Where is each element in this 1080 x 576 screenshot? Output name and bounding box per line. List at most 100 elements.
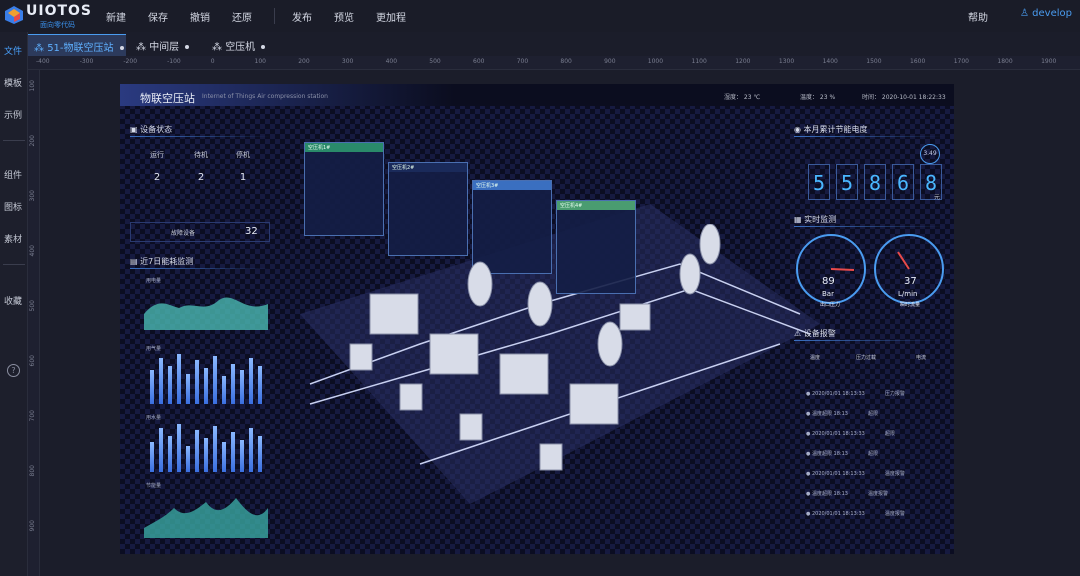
brand-name: UIOTOS — [26, 3, 93, 19]
status-value: 1 — [239, 172, 247, 183]
alarm-legend: 压力过载 — [856, 355, 877, 361]
rail-template[interactable]: 模板 — [4, 76, 22, 89]
energy-title: ▤ 近7日能耗监测 — [130, 256, 193, 267]
chart-bar — [213, 426, 217, 472]
chart-bar — [168, 436, 172, 472]
dashboard-scene[interactable]: 物联空压站 Internet of Things Air compression… — [120, 84, 954, 554]
compressor-popup-1[interactable]: 空压机1# — [304, 142, 384, 236]
popup-title: 空压机4# — [557, 201, 635, 210]
humidity-stat: 湿度： 23 ℃ — [724, 94, 761, 101]
alarm-row[interactable]: ● 2020/01/01 18:13:33 超限 — [806, 430, 895, 437]
alarm-time: ● 2020/01/01 18:13:33 — [806, 431, 865, 437]
alarm-type: 压力报警 — [884, 391, 905, 397]
alarm-type: 温度报警 — [884, 471, 905, 477]
chart-bar — [150, 442, 154, 472]
alarm-type: 超限 — [867, 451, 878, 457]
meter-digit: 6 — [892, 164, 914, 200]
rail-divider — [3, 140, 25, 141]
rail-file[interactable]: 文件 — [4, 44, 22, 57]
chart-bar — [186, 446, 190, 472]
saving-area-chart — [144, 498, 268, 538]
menu-separator — [274, 8, 275, 24]
chart-label-electric: 用电量 — [146, 278, 162, 284]
ruler-tick: 100 — [29, 80, 36, 92]
menu-new[interactable]: 新建 — [106, 9, 126, 24]
alarm-type: 超限 — [867, 411, 878, 417]
alarm-row[interactable]: ● 2020/01/01 18:13:33 压力报警 — [806, 390, 905, 397]
ruler-tick: 900 — [29, 520, 36, 532]
menu-undo[interactable]: 撤销 — [190, 9, 210, 24]
user-menu[interactable]: ♙ develop — [1020, 8, 1072, 19]
chart-bar — [222, 442, 226, 472]
ruler-tick: 800 — [560, 58, 572, 65]
ruler-tick: 1600 — [910, 58, 926, 65]
rail-example[interactable]: 示例 — [4, 108, 22, 121]
title-underline — [794, 136, 944, 137]
popup-title: 空压机1# — [305, 143, 383, 152]
chart-bar — [231, 364, 235, 404]
alarm-row[interactable]: ● 2020/01/01 18:13:33 温度报警 — [806, 510, 905, 517]
rail-icon[interactable]: 图标 — [4, 200, 22, 213]
menu-save[interactable]: 保存 — [148, 9, 168, 24]
tab-dot — [185, 45, 190, 49]
scene-title: 物联空压站 — [140, 92, 195, 105]
tab-dot — [261, 45, 266, 49]
ruler-tick: 1700 — [953, 58, 969, 65]
alarm-type: 超限 — [884, 431, 895, 437]
app-logo[interactable]: UIOTOS 面向零代码 — [4, 3, 94, 29]
tab-label: 51-物联空压站 — [47, 43, 114, 54]
ruler-tick: 1400 — [822, 58, 838, 65]
ruler-tick: 1900 — [1041, 58, 1057, 65]
tab-icon: ⁂ — [212, 42, 226, 53]
vertical-ruler: 100 200 300 400 500 600 700 800 900 — [28, 70, 40, 576]
alarm-row[interactable]: ● 2020/01/01 18:13:33 温度报警 — [806, 470, 905, 477]
help-link[interactable]: 帮助 — [968, 9, 988, 24]
status-stopped: 停机 1 — [228, 150, 258, 183]
menu-publish[interactable]: 发布 — [292, 9, 312, 24]
flow-label: 瞬时流量 — [900, 302, 921, 308]
status-label: 停机 — [236, 151, 250, 159]
tab-compressor[interactable]: ⁂ 空压机 — [206, 34, 278, 56]
chart-bar — [240, 440, 244, 472]
energy-label: 近7日能耗监测 — [140, 257, 194, 266]
meter-title: ◉ 本月累计节能电度 — [794, 124, 868, 135]
alarm-row[interactable]: ● 温度超限 18:13 超限 — [806, 410, 878, 417]
menu-redo[interactable]: 还原 — [232, 9, 252, 24]
tab-dot — [119, 46, 124, 50]
alarm-title: ⚠ 设备报警 — [794, 328, 836, 339]
chart-bar — [222, 376, 226, 404]
chart-bar — [249, 358, 253, 404]
ruler-tick: 500 — [29, 300, 36, 312]
menu-preview[interactable]: 预览 — [334, 9, 354, 24]
meter-unit: 元 — [934, 194, 941, 201]
realtime-label: 实时监测 — [804, 215, 837, 224]
alarm-type: 温度报警 — [867, 491, 888, 497]
status-value: 2 — [197, 172, 205, 183]
tab-station[interactable]: ⁂ 51-物联空压站 — [28, 34, 126, 56]
help-icon[interactable]: ? — [7, 364, 20, 377]
rail-asset[interactable]: 素材 — [4, 232, 22, 245]
ruler-tick: 300 — [341, 58, 354, 65]
chart-bar — [249, 428, 253, 472]
flow-value: 37 — [904, 276, 917, 287]
status-standby: 待机 2 — [186, 150, 216, 183]
alarm-label: 故障设备 — [171, 230, 196, 237]
tab-middle[interactable]: ⁂ 中间层 — [130, 34, 202, 56]
rail-component[interactable]: 组件 — [4, 168, 22, 181]
chart-label-water: 用水量 — [146, 415, 162, 421]
rail-favorites[interactable]: 收藏 — [4, 294, 22, 307]
alarm-row[interactable]: ● 温度超限 18:13 超限 — [806, 450, 878, 457]
menu-more[interactable]: 更加程 — [376, 9, 406, 24]
title-underline — [130, 136, 270, 137]
ruler-tick: 600 — [473, 58, 485, 65]
rail-divider — [3, 264, 25, 265]
equipment-model — [349, 224, 721, 471]
status-label: 待机 — [194, 151, 208, 159]
ruler-tick: 900 — [604, 58, 616, 65]
alarm-row[interactable]: ● 温度超限 18:13 温度报警 — [806, 490, 888, 497]
meter-badge: 3.49 — [920, 144, 940, 164]
alarm-legend: 温度 — [810, 355, 821, 361]
status-running: 运行 2 — [142, 150, 172, 183]
status-label: 运行 — [150, 151, 164, 159]
chart-bar — [231, 432, 235, 472]
